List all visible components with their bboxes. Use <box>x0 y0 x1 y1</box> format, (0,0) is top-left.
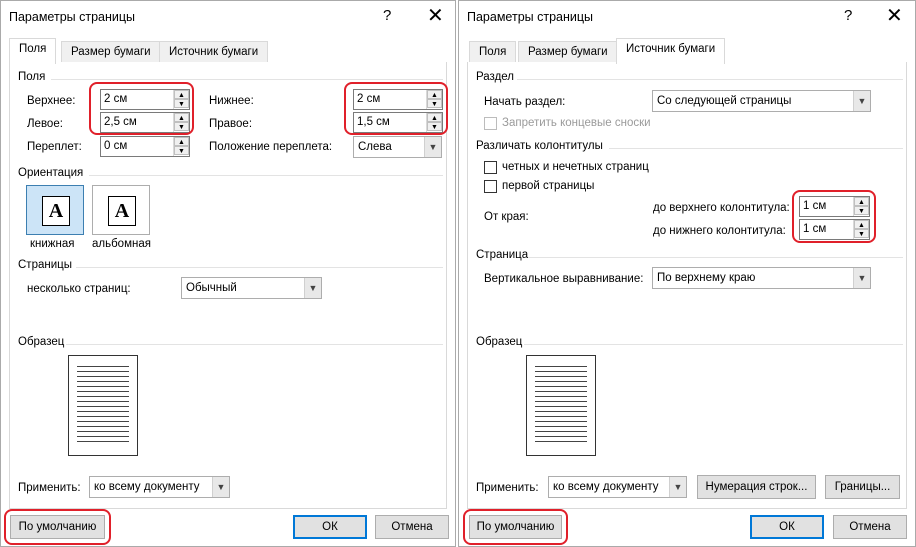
cancel-button[interactable]: Отмена <box>833 515 907 539</box>
help-icon[interactable]: ? <box>844 7 852 24</box>
page-preview <box>68 355 138 456</box>
header-distance-label: до верхнего колонтитула: <box>653 202 790 214</box>
left-margin-label: Левое: <box>27 118 63 130</box>
section-page-label: Страница <box>476 249 529 261</box>
dialog-title: Параметры страницы <box>9 10 136 24</box>
tab-paper-size[interactable]: Размер бумаги <box>518 41 618 63</box>
chevron-down-icon: ▼ <box>424 137 441 157</box>
multiple-pages-select[interactable]: Обычный ▼ <box>181 277 322 299</box>
line-numbers-button[interactable]: Нумерация строк... <box>697 475 816 499</box>
cancel-button[interactable]: Отмена <box>375 515 449 539</box>
dialog-title: Параметры страницы <box>467 10 594 24</box>
page-setup-dialog-paper-source: Параметры страницы ? ✕ Поля Размер бумаг… <box>458 0 916 547</box>
odd-even-checkbox[interactable] <box>484 161 497 174</box>
page-preview <box>526 355 596 456</box>
section-orientation-label: Ориентация <box>18 167 84 179</box>
divider <box>66 344 443 345</box>
ok-button[interactable]: ОК <box>750 515 824 539</box>
gutter-stepper[interactable]: 0 см ▲ ▼ <box>100 136 190 157</box>
tab-margins[interactable]: Поля <box>469 41 517 63</box>
gutter-position-label: Положение переплета: <box>209 141 333 153</box>
landscape-label: альбомная <box>92 238 151 250</box>
divider <box>89 175 443 176</box>
section-section-label: Раздел <box>476 71 515 83</box>
tab-label: Источник бумаги <box>169 46 259 58</box>
page-setup-dialog-margins: Параметры страницы ? ✕ Поля Размер бумаг… <box>0 0 456 547</box>
divider <box>609 148 903 149</box>
tab-paper-source[interactable]: Источник бумаги <box>616 38 726 64</box>
section-headers-label: Различать колонтитулы <box>476 140 603 152</box>
tab-margins[interactable]: Поля <box>9 38 57 64</box>
tab-label: Источник бумаги <box>626 43 716 55</box>
portrait-page-icon: A <box>42 196 70 226</box>
chevron-down-icon: ▼ <box>853 91 870 111</box>
gutter-label: Переплет: <box>27 141 82 153</box>
red-highlight <box>344 82 448 135</box>
select-value: ко всему документу <box>553 481 659 493</box>
select-value: Со следующей страницы <box>657 95 792 107</box>
section-pages-label: Страницы <box>18 259 72 271</box>
landscape-page-icon: A <box>108 196 136 226</box>
footer-distance-label: до нижнего колонтитула: <box>653 225 786 237</box>
tab-label: Поля <box>19 43 47 55</box>
select-value: Слева <box>358 141 392 153</box>
right-margin-label: Правое: <box>209 118 253 130</box>
stepper-value: 0 см <box>104 140 128 152</box>
tab-label: Поля <box>479 46 507 58</box>
divider <box>517 79 903 80</box>
tab-paper-size[interactable]: Размер бумаги <box>61 41 161 63</box>
close-icon[interactable]: ✕ <box>427 3 444 28</box>
apply-to-select[interactable]: ко всему документу ▼ <box>548 476 687 498</box>
apply-to-label: Применить: <box>18 482 81 494</box>
first-page-label: первой страницы <box>502 180 595 192</box>
portrait-orientation-button[interactable]: A <box>26 185 84 235</box>
top-margin-label: Верхнее: <box>27 95 76 107</box>
divider <box>76 267 443 268</box>
red-highlight <box>4 509 111 545</box>
chevron-down-icon: ▼ <box>212 477 229 497</box>
from-edge-label: От края: <box>484 211 529 223</box>
chevron-down-icon: ▼ <box>853 268 870 288</box>
vertical-alignment-select[interactable]: По верхнему краю ▼ <box>652 267 871 289</box>
divider <box>524 344 903 345</box>
red-highlight <box>463 509 568 545</box>
bottom-margin-label: Нижнее: <box>209 95 254 107</box>
section-start-label: Начать раздел: <box>484 96 566 108</box>
chevron-down-icon: ▼ <box>304 278 321 298</box>
divider <box>529 257 903 258</box>
suppress-endnotes-label: Запретить концевые сноски <box>502 117 651 129</box>
landscape-orientation-button[interactable]: A <box>92 185 150 235</box>
close-icon[interactable]: ✕ <box>886 3 903 28</box>
gutter-position-select[interactable]: Слева ▼ <box>353 136 442 158</box>
portrait-label: книжная <box>30 238 75 250</box>
apply-to-label: Применить: <box>476 482 539 494</box>
section-start-select[interactable]: Со следующей страницы ▼ <box>652 90 871 112</box>
odd-even-label: четных и нечетных страниц <box>502 161 649 173</box>
ok-button[interactable]: ОК <box>293 515 367 539</box>
spin-down-icon[interactable]: ▼ <box>174 146 189 155</box>
borders-button[interactable]: Границы... <box>825 475 900 499</box>
spin-up-icon[interactable]: ▲ <box>174 137 189 146</box>
section-margins-label: Поля <box>18 71 46 83</box>
chevron-down-icon: ▼ <box>669 477 686 497</box>
tab-label: Размер бумаги <box>528 46 608 58</box>
divider <box>51 79 443 80</box>
section-sample-label: Образец <box>476 336 523 348</box>
multiple-pages-label: несколько страниц: <box>27 283 131 295</box>
apply-to-select[interactable]: ко всему документу ▼ <box>89 476 230 498</box>
select-value: По верхнему краю <box>657 272 756 284</box>
help-icon[interactable]: ? <box>383 7 391 24</box>
first-page-checkbox[interactable] <box>484 180 497 193</box>
suppress-endnotes-checkbox[interactable] <box>484 117 497 130</box>
tab-paper-source[interactable]: Источник бумаги <box>159 41 269 63</box>
select-value: Обычный <box>186 282 237 294</box>
vertical-alignment-label: Вертикальное выравнивание: <box>484 273 644 285</box>
red-highlight <box>89 82 194 135</box>
tab-label: Размер бумаги <box>71 46 151 58</box>
select-value: ко всему документу <box>94 481 200 493</box>
red-highlight <box>792 190 876 243</box>
section-sample-label: Образец <box>18 336 65 348</box>
